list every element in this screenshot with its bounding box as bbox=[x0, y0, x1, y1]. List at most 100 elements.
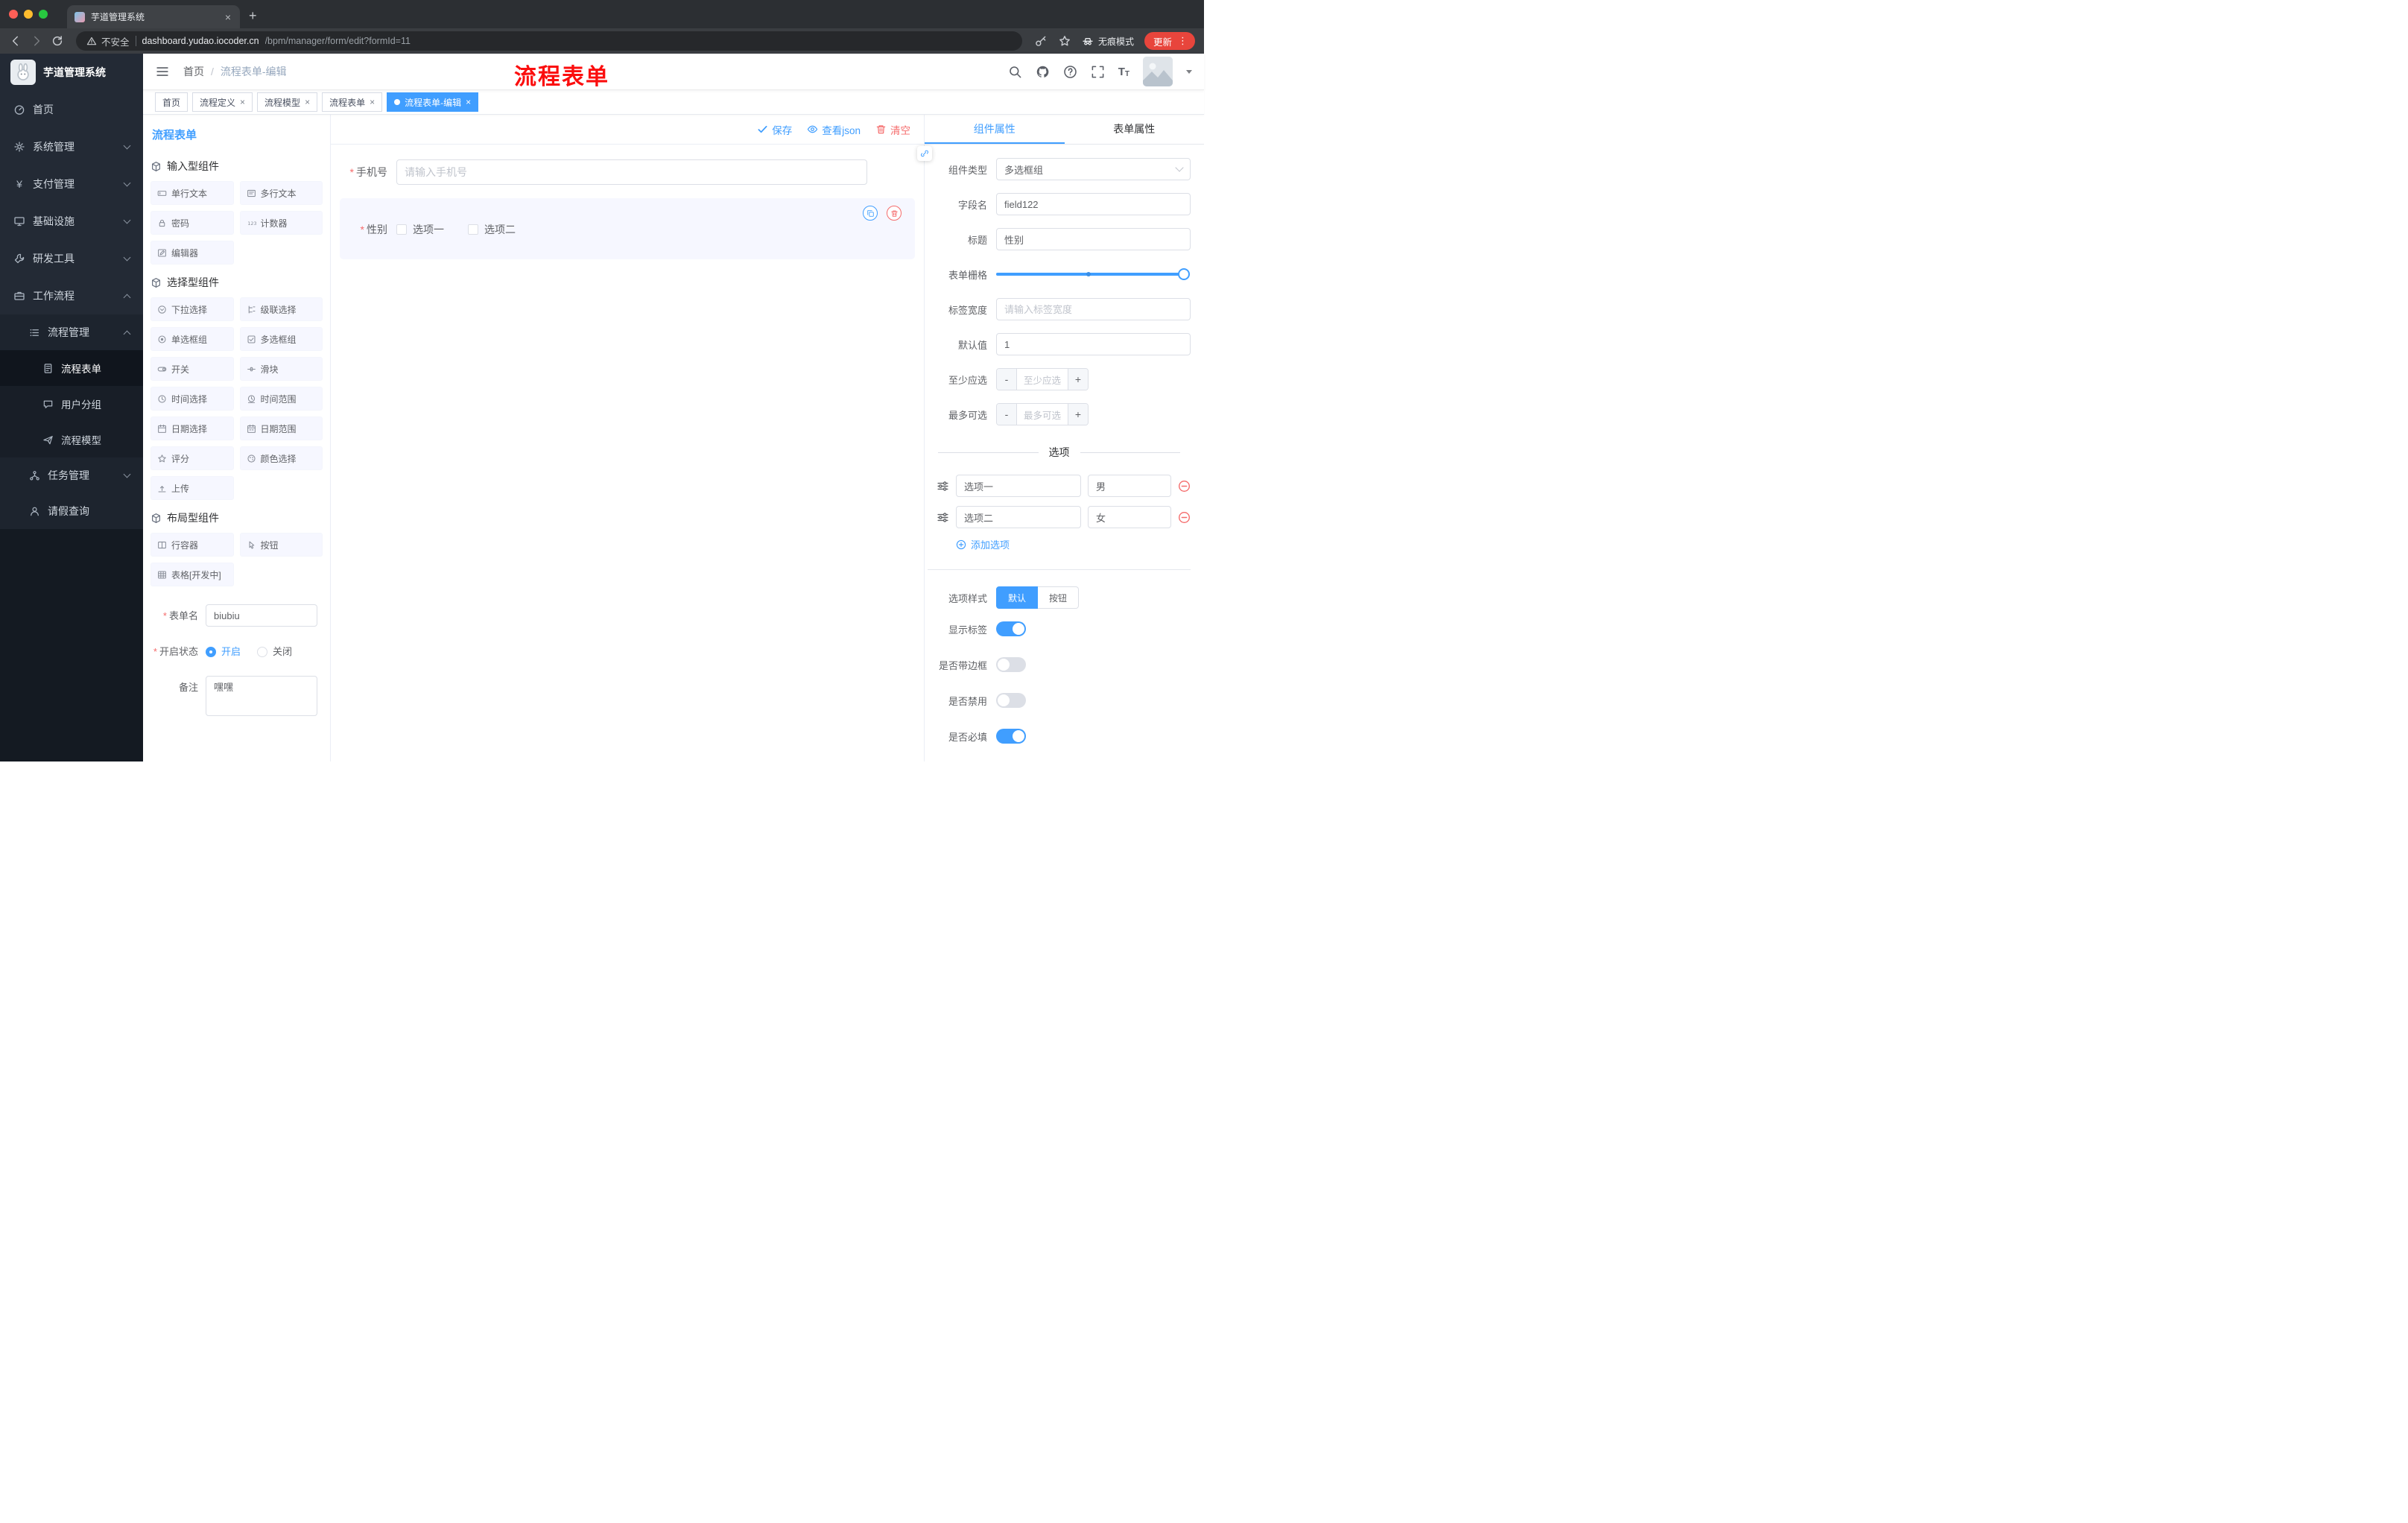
fullscreen-icon[interactable] bbox=[1091, 65, 1105, 79]
component-item-switch[interactable]: 开关 bbox=[150, 357, 234, 381]
collapse-sidebar-icon[interactable] bbox=[155, 64, 170, 79]
sidebar-item-home[interactable]: 首页 bbox=[0, 91, 143, 128]
view-json-button[interactable]: 查看json bbox=[807, 122, 861, 137]
option-1-label-input[interactable] bbox=[956, 475, 1081, 497]
save-button[interactable]: 保存 bbox=[757, 122, 792, 137]
new-tab-button[interactable]: + bbox=[249, 8, 257, 24]
border-switch[interactable] bbox=[996, 657, 1026, 672]
browser-tab[interactable]: 芋道管理系统 × bbox=[67, 5, 240, 28]
component-item-button[interactable]: 按钮 bbox=[239, 533, 323, 557]
sidebar-item-process-model[interactable]: 流程模型 bbox=[0, 422, 143, 457]
github-icon[interactable] bbox=[1036, 65, 1050, 79]
component-item-cascader[interactable]: 级联选择 bbox=[239, 297, 323, 321]
back-icon[interactable] bbox=[9, 34, 22, 48]
address-bar[interactable]: 不安全 dashboard.yudao.iocoder.cn /bpm/mana… bbox=[76, 31, 1022, 51]
copy-field-button[interactable] bbox=[863, 206, 878, 221]
drag-handle-icon[interactable] bbox=[937, 511, 949, 524]
sidebar-item-infra[interactable]: 基础设施 bbox=[0, 203, 143, 240]
sidebar-item-leave-query[interactable]: 请假查询 bbox=[0, 493, 143, 529]
max-select-value[interactable]: 最多可选 bbox=[1017, 404, 1068, 425]
font-size-icon[interactable]: TT bbox=[1118, 66, 1129, 78]
tag-process-form[interactable]: 流程表单 × bbox=[322, 92, 383, 112]
incognito-badge[interactable]: 无痕模式 bbox=[1082, 35, 1134, 48]
sidebar-item-workflow[interactable]: 工作流程 bbox=[0, 277, 143, 314]
disabled-switch[interactable] bbox=[996, 693, 1026, 708]
field-name-input[interactable] bbox=[996, 193, 1191, 215]
browser-menu-icon[interactable]: ⋮ bbox=[1178, 35, 1188, 47]
form-name-input[interactable] bbox=[206, 604, 317, 627]
component-item-checkbox-group[interactable]: 多选框组 bbox=[239, 327, 323, 351]
component-item-textarea[interactable]: 多行文本 bbox=[239, 181, 323, 205]
decrease-button[interactable]: - bbox=[997, 369, 1017, 390]
required-switch[interactable] bbox=[996, 729, 1026, 744]
show-label-switch[interactable] bbox=[996, 621, 1026, 636]
password-key-icon[interactable] bbox=[1034, 34, 1048, 48]
breadcrumb-home[interactable]: 首页 bbox=[183, 64, 204, 79]
default-value-input[interactable] bbox=[996, 333, 1191, 355]
component-item-row-container[interactable]: 行容器 bbox=[150, 533, 234, 557]
component-item-text-input[interactable]: 单行文本 bbox=[150, 181, 234, 205]
remove-option-icon[interactable] bbox=[1178, 511, 1191, 524]
title-input[interactable] bbox=[996, 228, 1191, 250]
decrease-button[interactable]: - bbox=[997, 404, 1017, 425]
label-width-input[interactable] bbox=[996, 298, 1191, 320]
option-1-value-input[interactable] bbox=[1088, 475, 1171, 497]
increase-button[interactable]: + bbox=[1068, 404, 1088, 425]
sidebar-item-user-group[interactable]: 用户分组 bbox=[0, 386, 143, 422]
grid-slider[interactable] bbox=[996, 268, 1190, 280]
gender-option-2[interactable]: 选项二 bbox=[468, 222, 516, 237]
option-2-value-input[interactable] bbox=[1088, 506, 1171, 528]
bookmark-star-icon[interactable] bbox=[1058, 34, 1071, 48]
drag-handle-icon[interactable] bbox=[937, 480, 949, 493]
search-icon[interactable] bbox=[1008, 65, 1022, 79]
component-type-select[interactable]: 多选框组 bbox=[996, 158, 1191, 180]
field-phone[interactable]: * 手机号 bbox=[340, 155, 915, 189]
component-item-select[interactable]: 下拉选择 bbox=[150, 297, 234, 321]
phone-input[interactable] bbox=[396, 159, 867, 185]
gender-option-1[interactable]: 选项一 bbox=[396, 222, 444, 237]
sidebar-item-devtools[interactable]: 研发工具 bbox=[0, 240, 143, 277]
tab-component-props[interactable]: 组件属性 bbox=[925, 115, 1065, 144]
status-radio-on[interactable]: 开启 bbox=[206, 640, 241, 664]
maximize-window-button[interactable] bbox=[39, 10, 48, 19]
component-item-time-range[interactable]: 时间范围 bbox=[239, 387, 323, 411]
help-icon[interactable] bbox=[1063, 65, 1077, 79]
increase-button[interactable]: + bbox=[1068, 369, 1088, 390]
option-2-label-input[interactable] bbox=[956, 506, 1081, 528]
form-remark-textarea[interactable]: 嘿嘿 bbox=[206, 676, 317, 716]
tab-close-button[interactable]: × bbox=[224, 10, 232, 24]
tag-close-icon[interactable]: × bbox=[370, 97, 375, 107]
chrome-update-button[interactable]: 更新 ⋮ bbox=[1144, 32, 1195, 50]
tag-close-icon[interactable]: × bbox=[305, 97, 310, 107]
checkbox-icon[interactable] bbox=[468, 224, 478, 235]
tag-process-form-edit[interactable]: 流程表单-编辑 × bbox=[387, 92, 479, 112]
field-gender-selected[interactable]: * 性别 选项一 选项二 bbox=[340, 198, 915, 259]
component-item-table[interactable]: 表格[开发中] bbox=[150, 563, 234, 586]
component-item-date-picker[interactable]: 日期选择 bbox=[150, 417, 234, 440]
component-item-editor[interactable]: 编辑器 bbox=[150, 241, 234, 265]
style-button-button[interactable]: 按钮 bbox=[1038, 586, 1080, 609]
sidebar-logo[interactable]: 芋道管理系统 bbox=[0, 54, 143, 91]
component-item-rate[interactable]: 评分 bbox=[150, 446, 234, 470]
tag-process-model[interactable]: 流程模型 × bbox=[257, 92, 318, 112]
add-option-button[interactable]: 添加选项 bbox=[956, 537, 1191, 551]
slider-handle[interactable] bbox=[1177, 268, 1190, 280]
security-status[interactable]: 不安全 bbox=[86, 34, 130, 48]
sidebar-item-payment[interactable]: ¥ 支付管理 bbox=[0, 165, 143, 203]
min-select-value[interactable]: 至少应选 bbox=[1017, 369, 1068, 390]
tab-form-props[interactable]: 表单属性 bbox=[1065, 115, 1205, 144]
remove-option-icon[interactable] bbox=[1178, 480, 1191, 493]
component-item-date-range[interactable]: 日期范围 bbox=[239, 417, 323, 440]
component-item-color-picker[interactable]: 颜色选择 bbox=[239, 446, 323, 470]
style-default-button[interactable]: 默认 bbox=[996, 586, 1039, 609]
tag-process-definition[interactable]: 流程定义 × bbox=[192, 92, 253, 112]
minimize-window-button[interactable] bbox=[24, 10, 33, 19]
sidebar-item-process-form[interactable]: 流程表单 bbox=[0, 350, 143, 386]
sidebar-item-process-mgmt[interactable]: 流程管理 bbox=[0, 314, 143, 350]
clear-button[interactable]: 清空 bbox=[875, 122, 910, 137]
reload-icon[interactable] bbox=[51, 34, 64, 48]
component-item-slider[interactable]: 滑块 bbox=[239, 357, 323, 381]
tag-close-icon[interactable]: × bbox=[466, 97, 471, 107]
forward-icon[interactable] bbox=[30, 34, 43, 48]
component-item-time-picker[interactable]: 时间选择 bbox=[150, 387, 234, 411]
